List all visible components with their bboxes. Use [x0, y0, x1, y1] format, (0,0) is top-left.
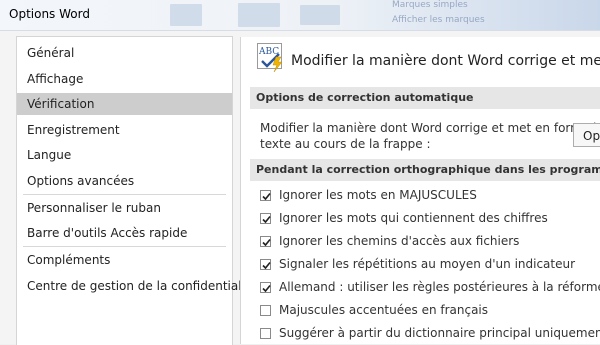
checkbox-label: Majuscules accentuées en français [279, 303, 489, 317]
pane-title: Modifier la manière dont Word corrige et… [291, 53, 600, 69]
nav-item-proofing[interactable]: Vérification [17, 93, 232, 115]
nav-item-general[interactable]: Général [17, 42, 232, 64]
checkbox[interactable] [260, 213, 271, 224]
autocorrect-options-button[interactable]: Opt [573, 123, 600, 147]
options-category-list: Général Affichage Vérification Enregistr… [16, 36, 257, 345]
nav-item-label: Vérification [27, 97, 95, 111]
nav-item-save[interactable]: Enregistrement [17, 119, 232, 141]
nav-item-label: Centre de gestion de la confidentialité [27, 279, 257, 293]
background-ribbon-blur [238, 3, 280, 27]
options-dialog-body: Général Affichage Vérification Enregistr… [0, 31, 600, 345]
option-ignore-uppercase[interactable]: Ignorer les mots en MAJUSCULES [260, 187, 600, 207]
checkbox-label: Ignorer les mots qui contiennent des chi… [279, 211, 548, 225]
nav-item-language[interactable]: Langue [17, 144, 232, 166]
autocorrect-description-line: texte au cours de la frappe : [260, 137, 431, 151]
nav-item-label: Général [27, 46, 75, 60]
title-bar: Options Word Marques simples Afficher le… [0, 0, 600, 31]
nav-separator [23, 246, 226, 247]
checkbox-label: Ignorer les chemins d'accès aux fichiers [279, 234, 520, 248]
nav-item-label: Langue [27, 148, 72, 162]
section-header-autocorrect: Options de correction automatique [250, 87, 600, 109]
background-ribbon-text: Afficher les marques [392, 15, 485, 25]
option-ignore-file-paths[interactable]: Ignorer les chemins d'accès aux fichiers [260, 233, 600, 253]
nav-item-label: Options avancées [27, 174, 135, 188]
nav-separator [23, 194, 226, 195]
option-ignore-numbers[interactable]: Ignorer les mots qui contiennent des chi… [260, 210, 600, 230]
proofing-settings-pane: ABC Modifier la manière dont Word corrig… [240, 37, 600, 344]
autocorrect-description-line: Modifier la manière dont Word corrige et… [260, 121, 600, 135]
window-title: Options Word [9, 7, 90, 21]
checkbox[interactable] [260, 282, 271, 293]
nav-item-customize-ribbon[interactable]: Personnaliser le ruban [17, 197, 232, 219]
nav-item-add-ins[interactable]: Compléments [17, 249, 232, 271]
background-ribbon-blur [170, 4, 202, 26]
nav-item-display[interactable]: Affichage [17, 68, 232, 90]
nav-item-label: Personnaliser le ruban [27, 201, 161, 215]
nav-item-label: Barre d'outils Accès rapide [27, 226, 188, 240]
checkbox[interactable] [260, 190, 271, 201]
checkbox-label: Allemand : utiliser les règles postérieu… [279, 280, 600, 294]
background-ribbon-text: Marques simples [392, 0, 468, 10]
checkbox-label: Suggérer à partir du dictionnaire princi… [279, 326, 600, 340]
checkbox-label: Signaler les répétitions au moyen d'un i… [279, 257, 576, 271]
background-ribbon-blur [300, 5, 340, 25]
nav-item-advanced[interactable]: Options avancées [17, 170, 232, 192]
section-header-spelling: Pendant la correction orthographique dan… [250, 159, 600, 181]
pane-header: ABC Modifier la manière dont Word corrig… [257, 43, 600, 77]
checkbox[interactable] [260, 305, 271, 316]
nav-item-trust-center[interactable]: Centre de gestion de la confidentialité [17, 275, 257, 297]
checkbox[interactable] [260, 328, 271, 339]
option-french-accented-uppercase[interactable]: Majuscules accentuées en français [260, 302, 600, 322]
nav-item-label: Enregistrement [27, 123, 120, 137]
option-german-post-reform[interactable]: Allemand : utiliser les règles postérieu… [260, 279, 600, 299]
abc-checkmark-icon: ABC [257, 43, 285, 73]
checkbox[interactable] [260, 236, 271, 247]
nav-item-label: Affichage [27, 72, 84, 86]
option-main-dictionary-only[interactable]: Suggérer à partir du dictionnaire princi… [260, 325, 600, 344]
nav-item-label: Compléments [27, 253, 111, 267]
checkbox-label: Ignorer les mots en MAJUSCULES [279, 188, 477, 202]
nav-item-quick-access-toolbar[interactable]: Barre d'outils Accès rapide [17, 222, 232, 244]
checkbox[interactable] [260, 259, 271, 270]
autocorrect-description: Modifier la manière dont Word corrige et… [260, 120, 600, 152]
option-flag-repeated-words[interactable]: Signaler les répétitions au moyen d'un i… [260, 256, 600, 276]
